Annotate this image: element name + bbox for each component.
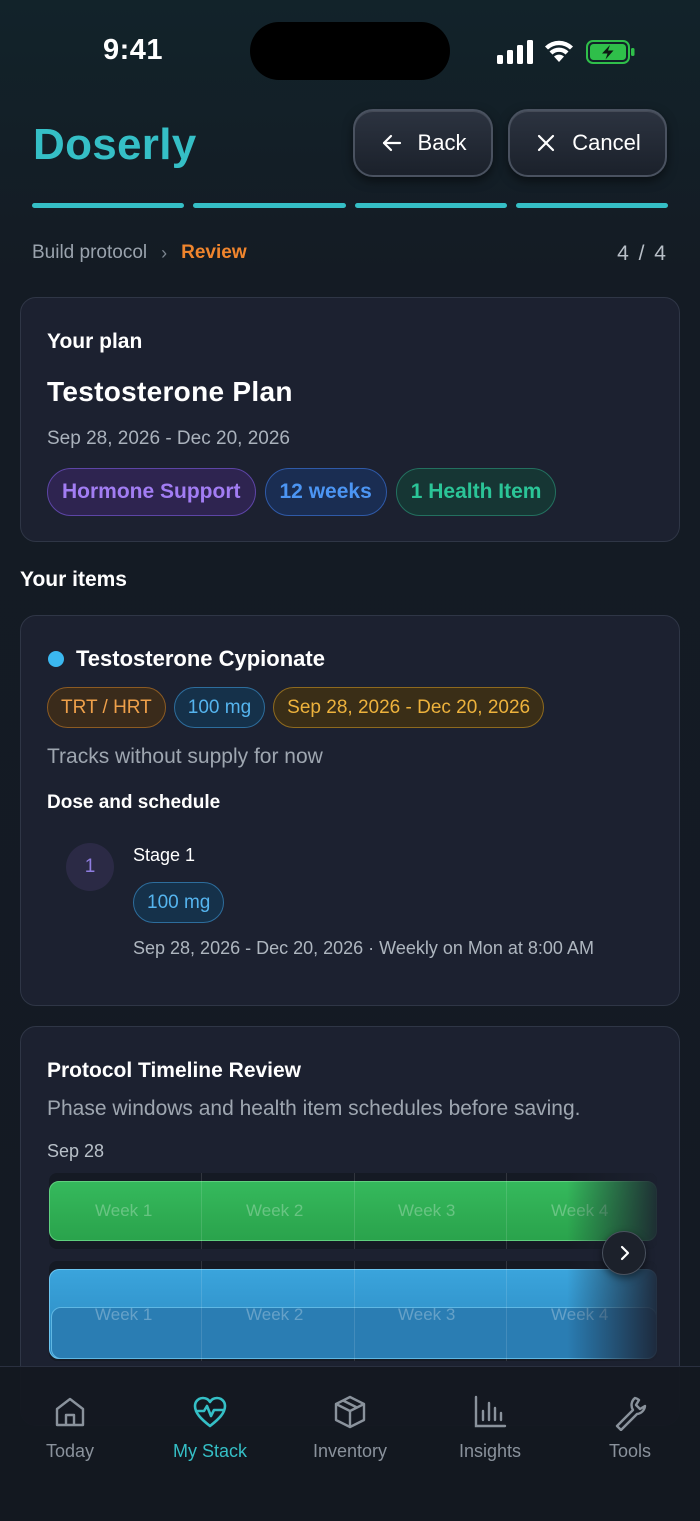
- close-icon: [538, 134, 555, 152]
- battery-charging-icon: [586, 40, 635, 64]
- phase-timeline-track[interactable]: Week 1 Week 2 Week 3 Week 4: [49, 1173, 657, 1249]
- cancel-button[interactable]: Cancel: [508, 109, 667, 177]
- box-icon: [334, 1395, 366, 1429]
- week-label: Week 1: [95, 1201, 153, 1220]
- step-counter: 4 / 4: [617, 242, 668, 265]
- week-label: Week 3: [398, 1305, 456, 1324]
- item-date-range-tag: Sep 28, 2026 - Dec 20, 2026: [273, 687, 545, 728]
- breadcrumb-parent[interactable]: Build protocol: [32, 242, 147, 264]
- cellular-signal-icon: [497, 40, 533, 64]
- bar-chart-icon: [474, 1395, 507, 1428]
- week-gridline: [506, 1261, 507, 1361]
- item-timeline-track[interactable]: Week 1 Week 2 Week 3 Week 4: [49, 1261, 657, 1361]
- item-category-tag: TRT / HRT: [47, 687, 166, 728]
- plan-kicker: Your plan: [47, 330, 143, 353]
- duration-chip: 12 weeks: [264, 468, 387, 516]
- tab-label: Inventory: [312, 1441, 388, 1461]
- plan-title: Testosterone Plan: [47, 376, 293, 407]
- progress-segment: [193, 203, 346, 208]
- wizard-progress: [32, 203, 668, 208]
- tab-label: My Stack: [172, 1441, 247, 1461]
- items-section-title: Your items: [20, 568, 127, 591]
- cancel-button-label: Cancel: [572, 130, 641, 155]
- category-chip: Hormone Support: [47, 468, 256, 516]
- app-logo-title: Doserly: [33, 120, 197, 169]
- progress-segment: [32, 203, 185, 208]
- item-name: Testosterone Cypionate: [76, 646, 325, 671]
- plan-chips: Hormone Support 12 weeks 1 Health Item: [47, 468, 557, 516]
- week-label: Week 2: [246, 1305, 304, 1324]
- tab-inventory[interactable]: Inventory: [280, 1393, 420, 1462]
- week-label: Week 2: [246, 1201, 304, 1220]
- timeline-subtitle: Phase windows and health item schedules …: [47, 1097, 581, 1120]
- scroll-fade: [567, 1261, 657, 1361]
- week-gridline: [354, 1261, 355, 1361]
- plan-dates: Sep 28, 2026 - Dec 20, 2026: [47, 428, 290, 449]
- stage-dose-tag: 100 mg: [133, 882, 225, 923]
- item-color-dot: [48, 651, 64, 667]
- tab-label: Today: [45, 1441, 95, 1461]
- health-item-card: Testosterone Cypionate TRT / HRT 100 mg …: [20, 615, 680, 1006]
- chevron-right-icon: [620, 1245, 630, 1261]
- stage-label: Stage 1: [133, 845, 196, 865]
- tab-label: Insights: [458, 1441, 522, 1461]
- arrow-left-icon: [382, 134, 401, 152]
- timeline-title: Protocol Timeline Review: [47, 1059, 302, 1082]
- tab-insights[interactable]: Insights: [420, 1393, 560, 1462]
- status-bar: 9:41: [0, 0, 700, 100]
- tab-label: Tools: [608, 1441, 652, 1461]
- wifi-icon: [545, 40, 573, 62]
- timeline-start-date: Sep 28: [47, 1141, 105, 1161]
- tab-today[interactable]: Today: [0, 1393, 140, 1462]
- breadcrumb-current: Review: [181, 242, 247, 263]
- progress-segment: [515, 203, 668, 208]
- plan-summary-card: Your plan Testosterone Plan Sep 28, 2026…: [20, 297, 680, 542]
- dynamic-island: [250, 22, 450, 80]
- wrench-icon: [615, 1396, 647, 1431]
- item-count-chip: 1 Health Item: [395, 468, 557, 516]
- heart-pulse-icon: [193, 1396, 227, 1428]
- week-label: Week 3: [398, 1201, 456, 1220]
- bottom-tab-bar: Today My Stack Inventory Insights Tools: [0, 1366, 700, 1521]
- chevron-right-icon: ›: [161, 242, 168, 263]
- week-gridline: [354, 1173, 355, 1249]
- progress-segment: [354, 203, 507, 208]
- item-supply-note: Tracks without supply for now: [47, 745, 323, 768]
- status-time: 9:41: [103, 34, 164, 66]
- dose-schedule-heading: Dose and schedule: [47, 792, 221, 813]
- week-gridline: [506, 1173, 507, 1249]
- item-dose-tag: 100 mg: [173, 687, 266, 728]
- stage-schedule-detail: Sep 28, 2026 - Dec 20, 2026 · Weekly on …: [133, 938, 594, 958]
- stage-number-badge: 1: [66, 843, 114, 891]
- breadcrumb: Build protocol › Review: [32, 242, 247, 264]
- back-button[interactable]: Back: [353, 109, 493, 177]
- item-tags: TRT / HRT 100 mg Sep 28, 2026 - Dec 20, …: [47, 687, 545, 728]
- week-label: Week 1: [95, 1305, 153, 1324]
- tab-tools[interactable]: Tools: [560, 1393, 700, 1462]
- back-button-label: Back: [417, 130, 467, 155]
- week-gridline: [201, 1173, 202, 1249]
- timeline-scroll-right-button[interactable]: [602, 1231, 646, 1275]
- tab-my-stack[interactable]: My Stack: [140, 1393, 280, 1462]
- home-icon: [55, 1397, 85, 1427]
- week-gridline: [201, 1261, 202, 1361]
